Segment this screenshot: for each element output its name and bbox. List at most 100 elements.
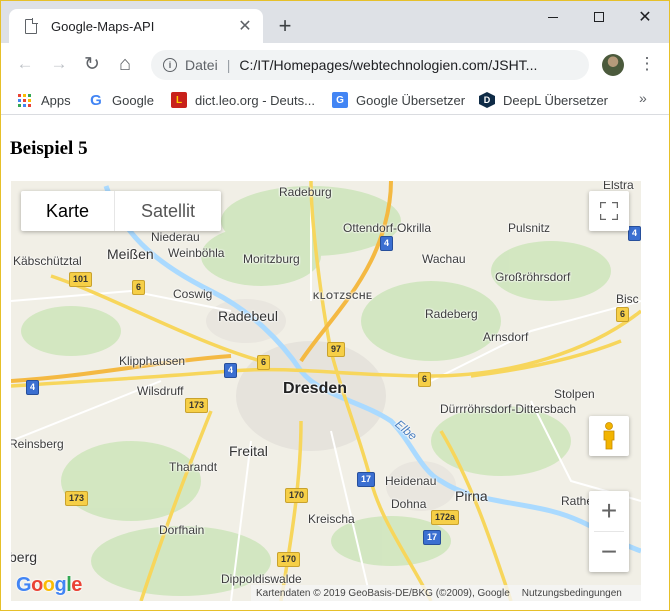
logo-letter: G bbox=[16, 574, 32, 596]
place-dohna: Dohna bbox=[391, 497, 427, 511]
place-meissen: Meißen bbox=[107, 246, 154, 262]
google-map[interactable]: Radeburg Ottendorf-Okrilla Pulsnitz Elst… bbox=[11, 181, 641, 601]
zoom-out-button[interactable]: − bbox=[589, 532, 629, 572]
bookmark-google-translate[interactable]: G Google Übersetzer bbox=[332, 91, 465, 109]
map-type-karte-button[interactable]: Karte bbox=[21, 191, 115, 231]
bookmark-label: Apps bbox=[41, 92, 71, 108]
browser-window: Google-Maps-API ✕ + ✕ ← → ↻ ⌂ i Datei | … bbox=[0, 0, 670, 611]
place-radeburg: Radeburg bbox=[279, 185, 332, 199]
place-bisch: Bisc bbox=[616, 292, 639, 306]
place-klipphausen: Klipphausen bbox=[119, 354, 186, 368]
apps-icon bbox=[18, 93, 31, 107]
terms-link[interactable]: Nutzungsbedingungen bbox=[522, 588, 622, 599]
logo-letter: g bbox=[54, 574, 67, 596]
place-radeberg: Radeberg bbox=[425, 307, 478, 321]
pegman-icon bbox=[603, 422, 615, 450]
map-type-control: Karte Satellit bbox=[21, 191, 221, 231]
road-shield: 173 bbox=[65, 491, 89, 506]
place-dorfhain: Dorfhain bbox=[159, 523, 205, 537]
maximize-button[interactable] bbox=[576, 1, 622, 33]
omnibox-separator: | bbox=[226, 57, 231, 73]
browser-menu-icon[interactable]: ⋮ bbox=[635, 51, 659, 77]
minimize-icon bbox=[548, 16, 558, 18]
road-shield: 6 bbox=[616, 307, 630, 322]
bookmark-google[interactable]: G Google bbox=[88, 91, 154, 109]
zoom-control: + − bbox=[589, 491, 629, 572]
logo-letter: o bbox=[31, 574, 43, 596]
place-niederau: Niederau bbox=[151, 230, 200, 244]
bookmark-label: dict.leo.org - Deuts... bbox=[195, 92, 315, 108]
place-duerrroehrsdorf: Dürrröhrsdorf-Dittersbach bbox=[440, 402, 577, 416]
road-shield: 17 bbox=[357, 472, 376, 487]
fullscreen-button[interactable] bbox=[589, 191, 629, 231]
place-dresden: Dresden bbox=[283, 380, 348, 397]
reload-icon[interactable]: ↻ bbox=[79, 51, 105, 77]
road-shield: 173 bbox=[185, 398, 209, 413]
street-view-pegman-button[interactable] bbox=[589, 416, 629, 456]
back-icon[interactable]: ← bbox=[12, 51, 38, 77]
info-icon[interactable]: i bbox=[163, 58, 177, 72]
road-shield: 6 bbox=[257, 355, 271, 370]
place-arnsdorf: Arnsdorf bbox=[483, 330, 529, 344]
road-shield: 4 bbox=[628, 226, 641, 241]
google-logo[interactable]: Google bbox=[16, 574, 82, 597]
tab-close-icon[interactable]: ✕ bbox=[233, 14, 257, 38]
google-translate-icon: G bbox=[332, 92, 348, 108]
place-moritzburg: Moritzburg bbox=[243, 252, 300, 266]
page-title: Beispiel 5 bbox=[10, 138, 88, 159]
bookmarks-more-icon[interactable]: » bbox=[639, 90, 647, 106]
place-wachau: Wachau bbox=[422, 252, 466, 266]
place-stolpen: Stolpen bbox=[554, 387, 595, 401]
place-berg: berg bbox=[11, 549, 38, 565]
place-weinboehla: Weinböhla bbox=[168, 246, 225, 260]
bookmark-deepl[interactable]: D DeepL Übersetzer bbox=[479, 91, 608, 109]
deepl-icon: D bbox=[479, 92, 495, 108]
road-shield: 4 bbox=[380, 236, 394, 251]
url-text[interactable]: C:/IT/Homepages/webtechnologien.com/JSHT… bbox=[239, 57, 559, 73]
map-attribution: Kartendaten © 2019 GeoBasis-DE/BKG (©200… bbox=[251, 585, 641, 601]
page-icon bbox=[25, 18, 38, 34]
close-window-button[interactable]: ✕ bbox=[622, 1, 668, 33]
road-shield: 170 bbox=[277, 552, 301, 567]
bookmark-label: DeepL Übersetzer bbox=[503, 92, 609, 108]
place-wilsdruff: Wilsdruff bbox=[137, 384, 184, 398]
bookmark-leo[interactable]: L dict.leo.org - Deuts... bbox=[171, 91, 315, 109]
new-tab-button[interactable]: + bbox=[273, 13, 297, 38]
title-bar: Google-Maps-API ✕ + ✕ bbox=[1, 1, 669, 43]
road-shield: 6 bbox=[418, 372, 432, 387]
zoom-in-button[interactable]: + bbox=[589, 491, 629, 531]
address-bar[interactable]: i Datei | C:/IT/Homepages/webtechnologie… bbox=[151, 50, 589, 80]
google-icon: G bbox=[90, 91, 102, 109]
browser-toolbar: ← → ↻ ⌂ i Datei | C:/IT/Homepages/webtec… bbox=[1, 43, 669, 85]
tab-google-maps-api[interactable]: Google-Maps-API ✕ bbox=[9, 9, 263, 43]
road-shield: 4 bbox=[26, 380, 40, 395]
map-type-satellit-button[interactable]: Satellit bbox=[115, 191, 221, 231]
place-grossroehrsdorf: Großröhrsdorf bbox=[495, 270, 571, 284]
place-kaebschuetztal: Käbschütztal bbox=[13, 254, 82, 268]
home-icon[interactable]: ⌂ bbox=[112, 51, 138, 77]
logo-letter: e bbox=[71, 574, 82, 596]
logo-letter: o bbox=[42, 574, 55, 596]
fullscreen-icon bbox=[600, 202, 618, 220]
forward-icon[interactable]: → bbox=[46, 51, 72, 77]
bookmarks-bar: Apps G Google L dict.leo.org - Deuts... … bbox=[1, 85, 669, 115]
place-klotzsche: KLOTZSCHE bbox=[313, 291, 373, 301]
bookmark-apps[interactable]: Apps bbox=[18, 91, 71, 109]
road-shield: 6 bbox=[132, 280, 146, 295]
place-freital: Freital bbox=[229, 443, 268, 459]
place-heidenau: Heidenau bbox=[385, 474, 437, 488]
place-reinsberg: Reinsberg bbox=[11, 437, 64, 451]
bookmark-label: Google Übersetzer bbox=[356, 92, 466, 108]
maximize-icon bbox=[594, 12, 604, 22]
security-label: Datei bbox=[185, 57, 218, 73]
road-shield: 97 bbox=[327, 342, 346, 357]
attribution-text: Kartendaten © 2019 GeoBasis-DE/BKG (©200… bbox=[256, 587, 510, 599]
minimize-button[interactable] bbox=[530, 1, 576, 33]
place-coswig: Coswig bbox=[173, 287, 213, 301]
bookmark-label: Google bbox=[112, 92, 154, 108]
place-radebeul: Radebeul bbox=[218, 308, 278, 324]
place-pulsnitz: Pulsnitz bbox=[508, 221, 551, 235]
place-dippoldiswalde: Dippoldiswalde bbox=[221, 572, 302, 586]
profile-avatar[interactable] bbox=[602, 54, 624, 76]
road-shield: 17 bbox=[423, 530, 442, 545]
